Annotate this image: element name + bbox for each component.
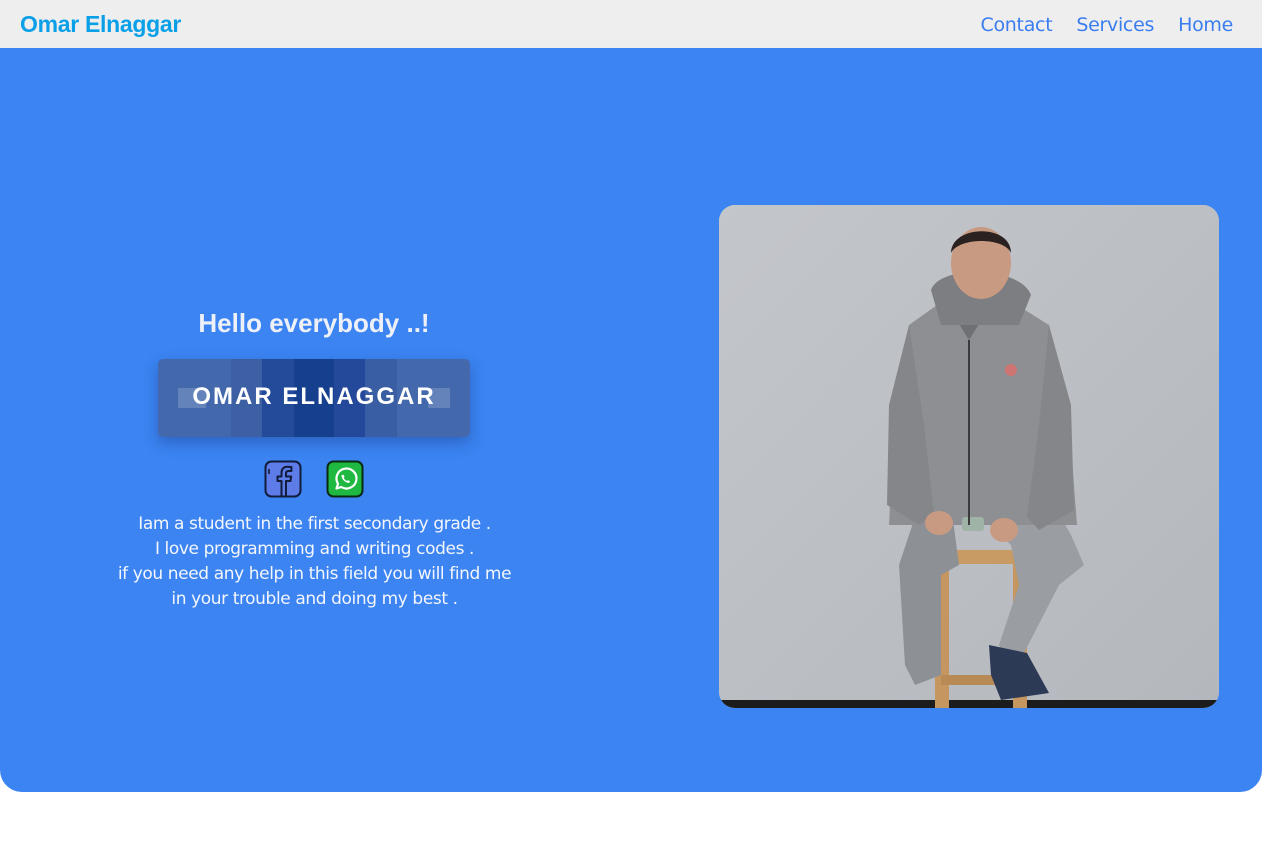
brand-logo-link[interactable]: Omar Elnaggar — [20, 10, 181, 38]
profile-photo-illustration — [719, 205, 1219, 708]
whatsapp-link[interactable] — [326, 460, 364, 498]
facebook-link[interactable] — [264, 460, 302, 498]
nav-link-services[interactable]: Services — [1076, 12, 1154, 38]
hero-section: Hello everybody ..! OMAR ELNAGGAR Iam a … — [0, 48, 1262, 792]
nav-links: Contact Services Home — [981, 12, 1234, 38]
bio-text: Iam a student in the first secondary gra… — [100, 512, 529, 612]
whatsapp-icon — [326, 460, 364, 498]
bio-line: I love programming and writing codes . — [154, 539, 475, 559]
name-title: OMAR ELNAGGAR — [192, 383, 436, 410]
greeting-heading: Hello everybody ..! — [198, 308, 430, 338]
bio-line: Iam a student in the first secondary gra… — [138, 514, 491, 534]
nav-link-contact[interactable]: Contact — [981, 12, 1053, 38]
bio-line: in your trouble and doing my best . — [171, 589, 458, 609]
navbar: Omar Elnaggar Contact Services Home — [0, 0, 1262, 48]
profile-photo — [719, 205, 1219, 708]
nav-link-home[interactable]: Home — [1178, 12, 1233, 38]
name-banner: OMAR ELNAGGAR — [158, 359, 470, 437]
facebook-icon — [264, 460, 302, 498]
bio-line: if you need any help in this field you w… — [117, 564, 512, 584]
